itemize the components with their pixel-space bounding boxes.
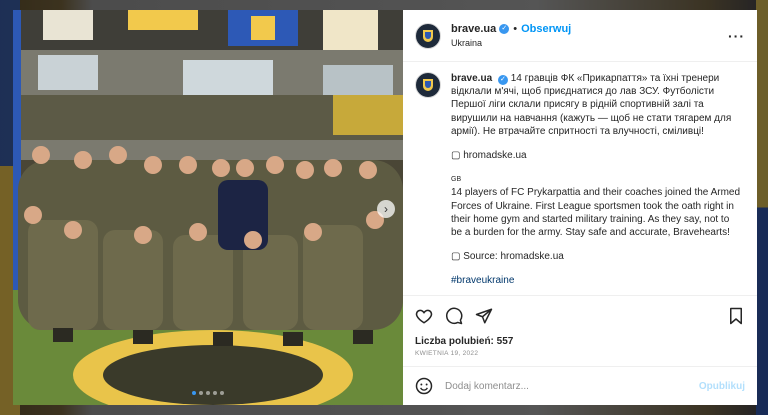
avatar[interactable] <box>415 22 441 49</box>
carousel-dot <box>213 391 217 395</box>
follow-button[interactable]: Obserwuj <box>521 22 571 36</box>
caption-area: brave.ua ✓ 14 гравців ФК «Прикарпаття» т… <box>403 62 757 296</box>
caption-text-ua: 14 гравців ФК «Прикарпаття» та їхні трен… <box>451 73 732 137</box>
post-photo: › <box>13 10 403 405</box>
verified-icon: ✓ <box>497 75 508 85</box>
bookmark-icon[interactable] <box>727 307 745 325</box>
caption: brave.ua ✓ 14 гравців ФК «Прикарпаття» т… <box>451 72 743 295</box>
heart-icon[interactable] <box>415 307 433 325</box>
carousel-indicator <box>13 391 403 395</box>
avatar[interactable] <box>415 72 441 98</box>
carousel-dot <box>192 391 196 395</box>
post-side-panel: brave.ua ✓ • Obserwuj Ukraina ··· brave.… <box>403 10 757 405</box>
gb-flag-tag: GB <box>451 176 462 184</box>
carousel-dot <box>199 391 203 395</box>
chevron-right-icon: › <box>384 202 388 216</box>
backdrop-decoration-right <box>756 0 768 415</box>
emoji-icon[interactable] <box>415 377 433 395</box>
post-comment-button[interactable]: Opublikuj <box>699 381 745 392</box>
brave-logo-icon <box>423 79 433 91</box>
hashtag-link[interactable]: #braveukraine <box>451 275 514 286</box>
caption-username-link[interactable]: brave.ua <box>451 73 492 84</box>
more-icon[interactable]: ··· <box>728 28 745 44</box>
location-link[interactable]: Ukraina <box>451 36 571 50</box>
caption-source-en: ▢ Source: hromadske.ua <box>451 251 564 263</box>
post-modal: › brave.ua ✓ • Obserwuj Ukraina ··· brav… <box>13 10 757 405</box>
carousel-next-button[interactable]: › <box>377 200 395 218</box>
post-date: KWIETNIA 19, 2022 <box>415 350 479 357</box>
action-bar <box>403 296 757 336</box>
comment-bar: Opublikuj <box>403 366 757 405</box>
caption-source-ua: ▢ hromadske.ua <box>451 150 527 162</box>
share-icon[interactable] <box>475 307 493 325</box>
brave-logo-icon <box>423 29 433 42</box>
username-link[interactable]: brave.ua <box>451 22 496 36</box>
carousel-dot <box>220 391 224 395</box>
separator: • <box>513 22 518 35</box>
comment-input[interactable] <box>443 379 677 393</box>
post-header: brave.ua ✓ • Obserwuj Ukraina ··· <box>403 10 757 62</box>
likes-count[interactable]: Liczba polubień: 557 <box>403 336 757 350</box>
comment-icon[interactable] <box>445 307 463 325</box>
carousel-dot <box>206 391 210 395</box>
verified-icon: ✓ <box>499 23 510 34</box>
photo-illustration <box>13 10 403 405</box>
caption-text-en: 14 players of FC Prykarpattia and their … <box>451 187 741 239</box>
